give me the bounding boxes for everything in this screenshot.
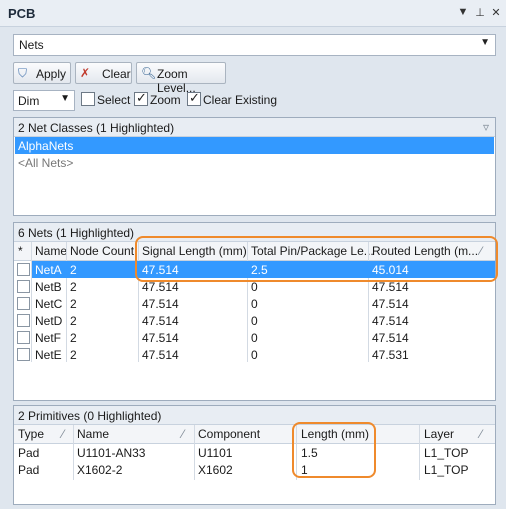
node-count: 2	[70, 280, 77, 294]
sort-icon[interactable]: ⁄	[62, 427, 64, 441]
node-count: 2	[70, 331, 77, 345]
table-row[interactable]: Pad U1101-AN33 U1101 1.5 L1_TOP	[14, 444, 495, 461]
signal-length: 47.514	[142, 348, 179, 362]
clear-existing-checkbox[interactable]	[187, 90, 201, 106]
primitive-layer: L1_TOP	[424, 463, 469, 477]
panel-titlebar: PCB ▼ ⊥ ✕	[0, 0, 506, 27]
primitive-type: Pad	[18, 463, 40, 477]
primitive-name: X1602-2	[77, 463, 123, 477]
routed-length: 47.531	[372, 348, 409, 362]
net-class-label: AlphaNets	[18, 139, 74, 153]
close-icon[interactable]: ✕	[490, 6, 502, 19]
col-name[interactable]: Name	[77, 427, 109, 441]
col-star[interactable]: *	[18, 244, 23, 258]
filter-icon: ⛉	[18, 66, 28, 80]
magnifier-icon: 🔍︎	[141, 66, 157, 80]
net-classes-header-text: 2 Net Classes (1 Highlighted)	[18, 121, 175, 135]
pin-package-length: 0	[251, 314, 258, 328]
row-checkbox[interactable]	[17, 331, 30, 344]
table-row[interactable]: Pad X1602-2 X1602 1 L1_TOP	[14, 461, 495, 478]
row-checkbox[interactable]	[17, 280, 30, 293]
primitives-header-text: 2 Primitives (0 Highlighted)	[18, 409, 162, 423]
table-row[interactable]: NetE 2 47.514 0 47.531	[14, 346, 495, 363]
primitive-component: X1602	[198, 463, 233, 477]
zoom-level-button[interactable]: 🔍︎ Zoom Level...	[136, 62, 226, 95]
pin-package-length: 0	[251, 280, 258, 294]
select-label: Select	[97, 93, 131, 107]
net-name: NetF	[35, 331, 62, 345]
length-columns-callout	[135, 236, 498, 282]
routed-length: 47.514	[372, 297, 409, 311]
primitive-name: U1101-AN33	[77, 446, 146, 460]
node-count: 2	[70, 297, 77, 311]
nets-header-text: 6 Nets (1 Highlighted)	[18, 226, 135, 240]
dim-mode-value: Dim	[18, 94, 40, 108]
zoom-checkbox[interactable]	[134, 90, 148, 106]
signal-length: 47.514	[142, 297, 179, 311]
clear-button[interactable]: ✗ Clear	[75, 62, 132, 84]
pin-package-length: 0	[251, 348, 258, 362]
net-class-label: <All Nets>	[18, 156, 74, 170]
primitives-column-header: Type ⁄ Name ⁄ Component Length (mm) Laye…	[14, 425, 495, 444]
table-row[interactable]: NetF 2 47.514 0 47.514	[14, 329, 495, 346]
apply-label: Apply	[36, 67, 67, 81]
length-column-callout	[292, 422, 376, 478]
primitives-header: 2 Primitives (0 Highlighted)	[14, 406, 495, 425]
select-checkbox[interactable]	[81, 92, 95, 106]
node-count: 2	[70, 263, 77, 277]
dim-mode-dropdown[interactable]: Dim ▼	[13, 90, 75, 111]
primitive-layer: L1_TOP	[424, 446, 469, 460]
menu-icon[interactable]: ▼	[457, 6, 469, 18]
signal-length: 47.514	[142, 314, 179, 328]
net-name: NetC	[35, 297, 63, 311]
clear-filter-icon: ✗	[80, 66, 91, 80]
signal-length: 47.514	[142, 280, 179, 294]
clear-existing-label: Clear Existing	[203, 93, 278, 107]
node-count: 2	[70, 314, 77, 328]
col-type[interactable]: Type	[18, 427, 44, 441]
net-name: NetD	[35, 314, 63, 328]
filter-icon[interactable]: ▿	[483, 120, 489, 134]
row-checkbox[interactable]	[17, 348, 30, 361]
routed-length: 47.514	[372, 280, 409, 294]
net-name: NetB	[35, 280, 62, 294]
sort-icon[interactable]: ⁄	[182, 427, 184, 441]
primitive-type: Pad	[18, 446, 40, 460]
net-name: NetA	[35, 263, 62, 277]
row-checkbox[interactable]	[17, 314, 30, 327]
col-component[interactable]: Component	[198, 427, 260, 441]
net-class-item[interactable]: AlphaNets	[15, 137, 494, 154]
primitives-panel: 2 Primitives (0 Highlighted) Type ⁄ Name…	[13, 405, 496, 505]
routed-length: 47.514	[372, 331, 409, 345]
row-checkbox[interactable]	[17, 263, 30, 276]
sort-icon[interactable]: ⁄	[480, 427, 482, 441]
net-class-item[interactable]: <All Nets>	[15, 154, 494, 171]
clear-label: Clear	[102, 67, 131, 81]
object-type-value: Nets	[19, 38, 44, 52]
node-count: 2	[70, 348, 77, 362]
signal-length: 47.514	[142, 331, 179, 345]
apply-button[interactable]: ⛉ Apply	[13, 62, 71, 84]
col-node-count[interactable]: Node Count	[70, 244, 134, 258]
table-row[interactable]: NetD 2 47.514 0 47.514	[14, 312, 495, 329]
chevron-down-icon: ▼	[480, 37, 490, 48]
net-classes-panel: 2 Net Classes (1 Highlighted) ▿ AlphaNet…	[13, 117, 496, 216]
chevron-down-icon: ▼	[60, 93, 70, 104]
table-row[interactable]: NetC 2 47.514 0 47.514	[14, 295, 495, 312]
net-name: NetE	[35, 348, 62, 362]
pin-package-length: 0	[251, 331, 258, 345]
pin-package-length: 0	[251, 297, 258, 311]
col-name[interactable]: Name	[35, 244, 67, 258]
pin-icon[interactable]: ⊥	[474, 6, 486, 19]
zoom-label: Zoom	[150, 93, 181, 107]
routed-length: 47.514	[372, 314, 409, 328]
primitive-component: U1101	[198, 446, 233, 460]
object-type-dropdown[interactable]: Nets ▼	[13, 34, 496, 56]
panel-title: PCB	[8, 6, 36, 21]
col-layer[interactable]: Layer	[424, 427, 454, 441]
net-classes-header: 2 Net Classes (1 Highlighted) ▿	[14, 118, 495, 137]
row-checkbox[interactable]	[17, 297, 30, 310]
